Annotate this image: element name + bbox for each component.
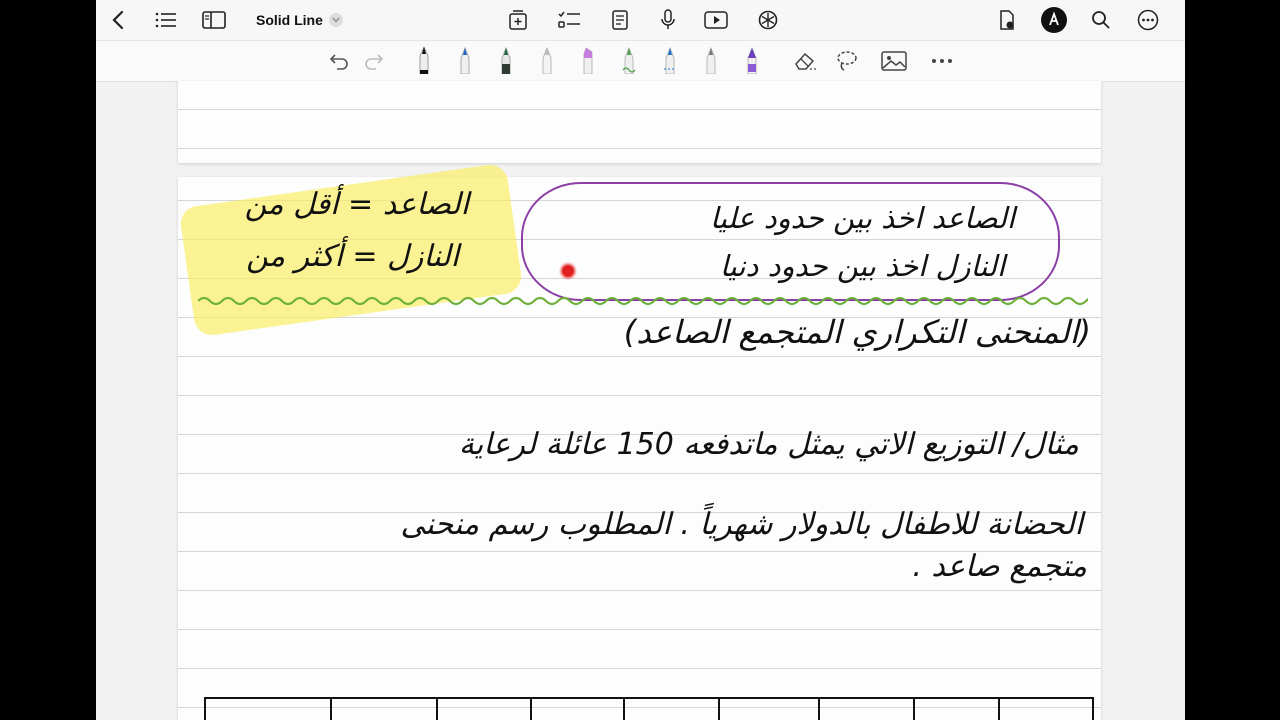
note-app: Solid Line الصاعد = أقل من النازل = أكثر…: [96, 0, 1185, 720]
bubble-line-ascending: الصاعد اخذ بين حدود عليا: [710, 201, 1015, 235]
previous-page: [178, 81, 1101, 163]
list-icon[interactable]: [152, 6, 180, 34]
table-column-line: [436, 697, 438, 720]
example-line-1: مثال/ التوزيع الاتي يمثل ماتدفعه 150 عائ…: [458, 427, 1079, 462]
pen-blue-icon[interactable]: [656, 45, 684, 74]
pencil-icon[interactable]: [533, 45, 561, 74]
highlighter-violet-icon[interactable]: [738, 45, 766, 74]
undo-icon[interactable]: [325, 47, 353, 75]
more-options-icon[interactable]: [1134, 6, 1162, 34]
table-column-line: [718, 697, 720, 720]
definition-bubble: [521, 182, 1060, 301]
current-page[interactable]: الصاعد = أقل من النازل = أكثر من الصاعد …: [178, 162, 1101, 720]
document-title: Solid Line: [256, 12, 323, 28]
table-column-line: [623, 697, 625, 720]
ballpoint-pen-icon[interactable]: [451, 45, 479, 74]
top-bar: Solid Line: [96, 0, 1185, 41]
fountain-pen-icon[interactable]: [410, 45, 438, 74]
lasso-icon[interactable]: [833, 47, 861, 75]
search-icon[interactable]: [1087, 6, 1115, 34]
document-icon[interactable]: [606, 6, 634, 34]
redo-icon[interactable]: [360, 47, 388, 75]
back-chevron-icon[interactable]: [104, 6, 132, 34]
note-ascending-definition: الصاعد = أقل من: [244, 187, 469, 222]
table-column-line: [998, 697, 1000, 720]
note-heading: (المنحنى التكراري المتجمع الصاعد): [623, 313, 1091, 351]
table-column-line: [913, 697, 915, 720]
document-lock-icon[interactable]: [993, 6, 1021, 34]
note-descending-definition: النازل = أكثر من: [246, 239, 459, 274]
marker-green-icon[interactable]: [492, 45, 520, 74]
table-column-line: [330, 697, 332, 720]
highlighter-green-icon[interactable]: [615, 45, 643, 74]
table-column-line: [1092, 697, 1094, 720]
green-wavy-underline: [198, 296, 1088, 306]
bubble-line-descending: النازل اخذ بين حدود دنيا: [719, 249, 1005, 283]
example-line-2: الحضانة للاطفال بالدولار شهرياً . المطلو…: [400, 507, 1083, 542]
pencil-gray-icon[interactable]: [697, 45, 725, 74]
laser-pointer-dot: [559, 262, 577, 280]
table-column-line: [204, 697, 206, 720]
document-title-menu[interactable]: Solid Line: [256, 9, 343, 31]
eraser-icon[interactable]: [792, 47, 820, 75]
microphone-icon[interactable]: [654, 6, 682, 34]
checklist-icon[interactable]: [555, 6, 583, 34]
pen-toolbar: [96, 41, 1185, 82]
sidebar-icon[interactable]: [200, 6, 228, 34]
highlighter-purple-icon[interactable]: [574, 45, 602, 74]
table-column-line: [818, 697, 820, 720]
image-icon[interactable]: [880, 47, 908, 75]
play-icon[interactable]: [702, 6, 730, 34]
pen-mode-icon[interactable]: [1040, 6, 1068, 34]
example-line-3: متجمع صاعد .: [912, 549, 1087, 584]
table-column-line: [530, 697, 532, 720]
frequency-table-top-border: [204, 697, 1094, 699]
chevron-down-icon: [328, 13, 343, 27]
ai-assistant-icon[interactable]: [754, 6, 782, 34]
add-page-icon[interactable]: [504, 6, 532, 34]
toolbar-more-icon[interactable]: [928, 47, 956, 75]
